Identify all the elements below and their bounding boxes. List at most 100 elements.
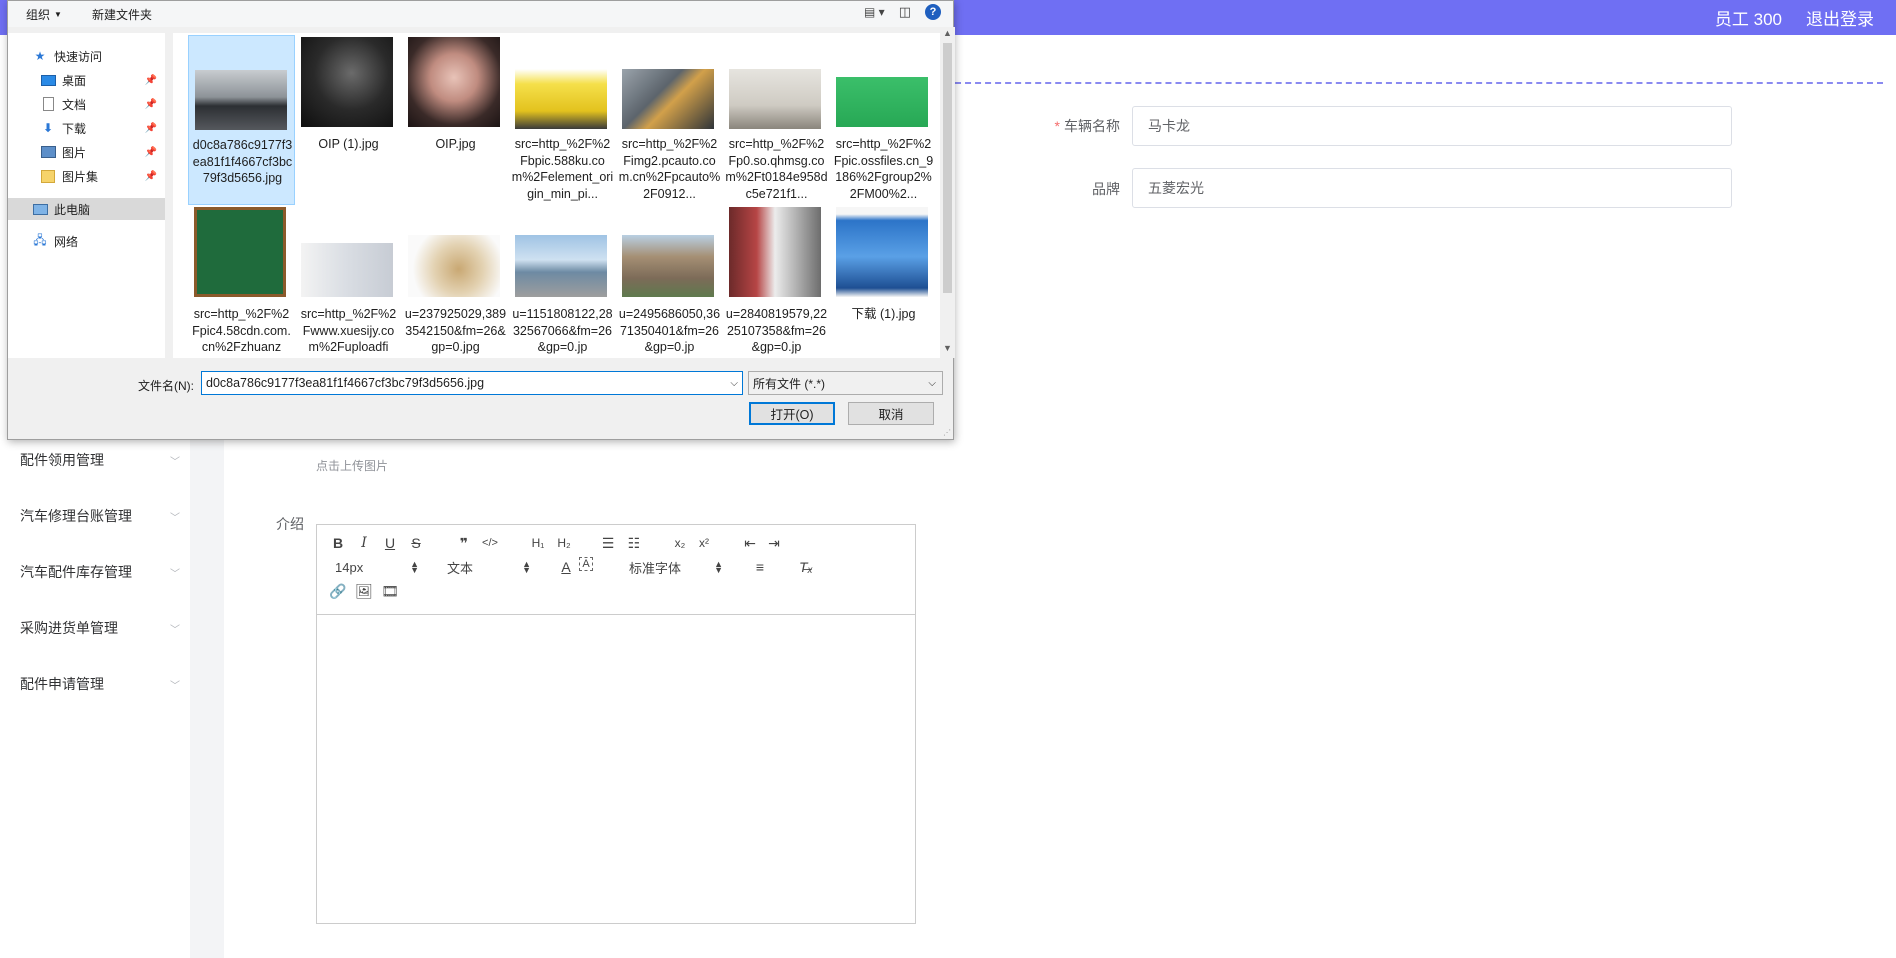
italic-button[interactable]: I bbox=[353, 533, 375, 553]
preview-pane-icon[interactable]: ◫ bbox=[899, 4, 911, 20]
image-icon[interactable]: 🖼 bbox=[353, 581, 375, 601]
font-size-select[interactable]: 14px ▲ ▼ bbox=[335, 557, 419, 577]
file-tile[interactable]: src=http_%2F%2Fpic.ossfiles.cn_9186%2Fgr… bbox=[830, 35, 937, 205]
file-name: src=http_%2F%2Fp0.so.qhmsg.com%2Ft0184e9… bbox=[725, 137, 828, 201]
file-list-scrollbar[interactable]: ▲ ▼ bbox=[940, 27, 955, 358]
pin-icon: 📌 bbox=[144, 122, 157, 134]
subscript-button[interactable]: x₂ bbox=[669, 533, 691, 553]
clear-format-button[interactable]: T̶ₓ bbox=[795, 557, 817, 577]
outdent-button[interactable]: ⇤ bbox=[739, 533, 761, 553]
file-thumbnail bbox=[622, 235, 714, 297]
align-button[interactable]: ≡ bbox=[749, 557, 771, 577]
file-name: src=http_%2F%2Fwww.xuesijy.com%2Fuploadf… bbox=[300, 307, 397, 354]
pin-icon: 📌 bbox=[144, 146, 157, 158]
file-tile[interactable]: src=http_%2F%2Fbpic.588ku.com%2Felement_… bbox=[509, 35, 616, 205]
sidebar-item-purchase-orders[interactable]: 采购进货单管理 ﹀ bbox=[20, 616, 180, 640]
file-tile[interactable]: u=2495686050,3671350401&fm=26&gp=0.jp bbox=[616, 205, 723, 358]
file-tile[interactable]: src=http_%2F%2Fimg2.pcauto.com.cn%2Fpcau… bbox=[616, 35, 723, 205]
h1-button[interactable]: H₁ bbox=[527, 533, 549, 553]
superscript-button[interactable]: x² bbox=[693, 533, 715, 553]
indent-button[interactable]: ⇥ bbox=[763, 533, 785, 553]
underline-button[interactable]: U bbox=[379, 533, 401, 553]
sidebar-item-parts-inventory[interactable]: 汽车配件库存管理 ﹀ bbox=[20, 560, 180, 584]
nav-downloads[interactable]: ⬇ 下载 📌 bbox=[8, 117, 165, 139]
file-thumbnail bbox=[515, 235, 607, 297]
file-thumbnail bbox=[194, 207, 286, 297]
file-tile[interactable]: OIP.jpg bbox=[402, 35, 509, 205]
file-tile[interactable]: src=http_%2F%2Fp0.so.qhmsg.com%2Ft0184e9… bbox=[723, 35, 830, 205]
file-thumbnail bbox=[729, 207, 821, 297]
h2-button[interactable]: H₂ bbox=[553, 533, 575, 553]
bold-button[interactable]: B bbox=[327, 533, 349, 553]
sidebar-item-parts-usage[interactable]: 配件领用管理 ﹀ bbox=[20, 448, 180, 472]
navigation-pane: ★ 快速访问 桌面 📌 文档 📌 ⬇ 下载 📌 图片 📌 图片集 📌 此电脑 🖧 网络 bbox=[8, 33, 165, 358]
file-tile[interactable]: src=http_%2F%2Fpic4.58cdn.com.cn%2Fzhuan… bbox=[188, 205, 295, 358]
organize-menu[interactable]: 组织 ▼ bbox=[26, 6, 62, 23]
strike-button[interactable]: S bbox=[405, 533, 427, 553]
ordered-list-button[interactable]: ☰ bbox=[597, 533, 619, 553]
video-icon[interactable]: 🎞 bbox=[379, 581, 401, 601]
new-folder-button[interactable]: 新建文件夹 bbox=[92, 6, 152, 23]
nav-documents[interactable]: 文档 📌 bbox=[8, 93, 165, 115]
pin-icon: 📌 bbox=[144, 74, 157, 86]
sidebar-item-label: 汽车配件库存管理 bbox=[20, 564, 132, 580]
cancel-button[interactable]: 取消 bbox=[848, 402, 934, 425]
nav-this-pc[interactable]: 此电脑 bbox=[8, 198, 165, 220]
sidebar-item-label: 配件领用管理 bbox=[20, 452, 104, 468]
background-color-button[interactable]: A bbox=[579, 557, 593, 571]
network-icon: 🖧 bbox=[33, 232, 47, 247]
link-icon[interactable]: 🔗 bbox=[327, 581, 349, 601]
brand-input[interactable]: 五菱宏光 bbox=[1132, 168, 1732, 208]
sidebar-item-parts-request[interactable]: 配件申请管理 ﹀ bbox=[20, 672, 180, 696]
file-open-dialog: 组织 ▼ 新建文件夹 ▤ ▾ ◫ ? ★ 快速访问 桌面 📌 文档 📌 ⬇ 下载 📌 图片 📌… bbox=[7, 0, 955, 440]
chevron-down-icon: ﹀ bbox=[170, 624, 180, 636]
open-button[interactable]: 打开(O) bbox=[749, 402, 835, 425]
file-tile[interactable]: src=http_%2F%2Fwww.xuesijy.com%2Fuploadf… bbox=[295, 205, 402, 358]
brand-label: 品牌 bbox=[1092, 181, 1120, 197]
help-icon[interactable]: ? bbox=[925, 4, 941, 20]
file-tile[interactable]: u=1151808122,2832567066&fm=26&gp=0.jp bbox=[509, 205, 616, 358]
desktop-icon bbox=[40, 73, 56, 87]
view-options-icon[interactable]: ▤ ▾ bbox=[864, 5, 885, 19]
resize-grip-icon[interactable]: ⋰ bbox=[943, 428, 951, 437]
current-user[interactable]: 员工 300 bbox=[1715, 5, 1782, 30]
nav-picture-collection[interactable]: 图片集 📌 bbox=[8, 165, 165, 187]
file-type-select[interactable]: 所有文件 (*.*) ⌵ bbox=[748, 371, 943, 395]
file-thumbnail bbox=[622, 69, 714, 129]
font-color-button[interactable]: A bbox=[555, 557, 577, 577]
nav-desktop[interactable]: 桌面 📌 bbox=[8, 69, 165, 91]
rich-text-editor: B I U S ❞ </> H₁ H₂ ☰ ☷ x₂ x² ⇤ ⇥ 14px ▲ ▼… bbox=[316, 524, 916, 924]
font-family-select[interactable]: 标准字体 ▲ ▼ bbox=[629, 557, 723, 577]
scroll-up-icon[interactable]: ▲ bbox=[940, 28, 955, 42]
upload-hint[interactable]: 点击上传图片 bbox=[316, 457, 388, 474]
bullet-list-button[interactable]: ☷ bbox=[623, 533, 645, 553]
vehicle-name-input[interactable]: 马卡龙 bbox=[1132, 106, 1732, 146]
filename-input[interactable]: d0c8a786c9177f3ea81f1f4667cf3bc79f3d5656… bbox=[201, 371, 743, 395]
file-tile[interactable]: 下载 (1).jpg bbox=[830, 205, 937, 358]
blockquote-button[interactable]: ❞ bbox=[453, 533, 475, 553]
scrollbar-thumb[interactable] bbox=[943, 43, 952, 293]
file-name: src=http_%2F%2Fpic.ossfiles.cn_9186%2Fgr… bbox=[833, 137, 934, 201]
dialog-toolbar: 组织 ▼ 新建文件夹 ▤ ▾ ◫ ? bbox=[8, 1, 953, 27]
nav-quick-access[interactable]: ★ 快速访问 bbox=[8, 45, 165, 67]
file-tile[interactable]: u=2840819579,2225107358&fm=26&gp=0.jp bbox=[723, 205, 830, 358]
computer-icon bbox=[32, 202, 48, 216]
scroll-down-icon[interactable]: ▼ bbox=[940, 343, 955, 357]
file-tile[interactable]: u=237925029,3893542150&fm=26&gp=0.jpg bbox=[402, 205, 509, 358]
code-block-button[interactable]: </> bbox=[479, 533, 501, 553]
nav-network[interactable]: 🖧 网络 bbox=[8, 230, 165, 252]
sidebar-item-repair-ledger[interactable]: 汽车修理台账管理 ﹀ bbox=[20, 504, 180, 528]
file-tile[interactable]: OIP (1).jpg bbox=[295, 35, 402, 205]
logout-link[interactable]: 退出登录 bbox=[1806, 5, 1874, 30]
document-icon bbox=[40, 97, 56, 111]
file-name: OIP.jpg bbox=[435, 137, 476, 151]
vehicle-name-label: * 车辆名称 bbox=[1054, 118, 1120, 134]
text-type-select[interactable]: 文本 ▲ ▼ bbox=[447, 557, 531, 577]
nav-pictures[interactable]: 图片 📌 bbox=[8, 141, 165, 163]
editor-body[interactable] bbox=[317, 615, 915, 923]
pin-icon: 📌 bbox=[144, 170, 157, 182]
chevron-down-icon: ﹀ bbox=[170, 568, 180, 580]
file-name: 下载 (1).jpg bbox=[851, 307, 916, 321]
file-tile[interactable]: d0c8a786c9177f3ea81f1f4667cf3bc79f3d5656… bbox=[188, 35, 295, 205]
chevron-down-icon[interactable]: ⌵ bbox=[730, 378, 738, 389]
